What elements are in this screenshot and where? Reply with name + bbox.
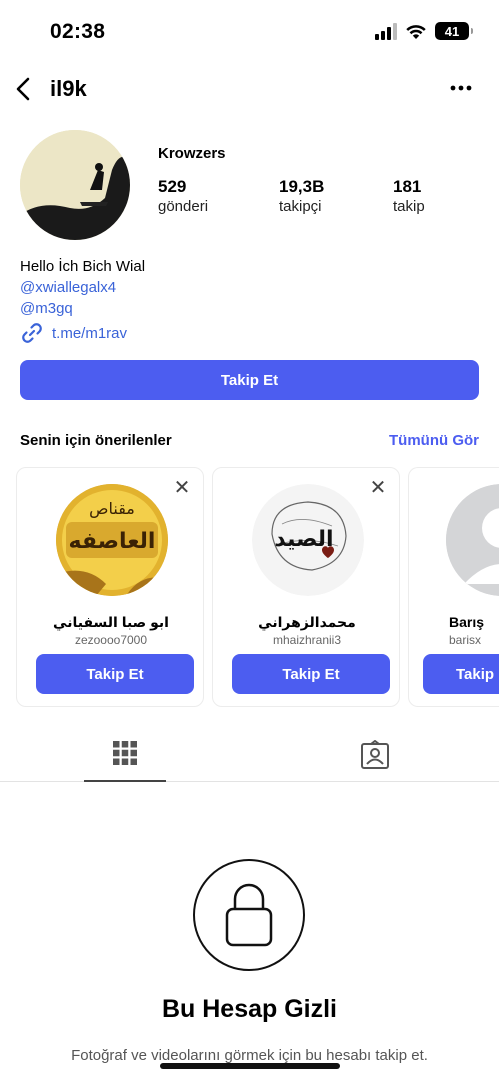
wifi-icon [406,24,426,39]
tab-tagged[interactable] [334,730,416,782]
bio-text: Hello İch Bich Wial [20,258,146,275]
status-icons: 41 [375,22,473,40]
external-link[interactable]: t.me/m1rav [20,321,127,345]
suggestion-avatar[interactable]: الصيد [252,484,364,596]
avatar-text-main: العاصفه [69,529,156,554]
private-title: Bu Hesap Gizli [161,995,338,1023]
following-label: takip [393,198,425,215]
close-icon[interactable]: ✕ [369,477,387,499]
mention-link-2[interactable]: @m3gq [20,298,145,319]
suggestion-handle: barisx [449,633,482,647]
stat-posts[interactable]: 529 gönderi [158,177,208,215]
followers-count: 19,3B [279,177,325,196]
bio: Hello İch Bich Wial @xwiallegalx4 @m3gq [20,256,145,319]
suggestion-handle: mhaizhranii3 [272,633,342,647]
followers-label: takipçi [279,198,322,215]
suggestion-follow-button[interactable]: Takip Et [423,654,499,694]
profile-header: il9k [0,68,499,112]
stat-followers[interactable]: 19,3B takipçi [279,177,324,215]
lock-icon [225,883,273,947]
suggestion-follow-button[interactable]: Takip Et [232,654,390,694]
stat-following[interactable]: 181 takip [393,177,425,215]
follow-button[interactable]: Takip Et [20,360,479,400]
link-icon [22,323,42,343]
tagged-person-icon [361,740,389,769]
profile-avatar[interactable] [20,130,130,240]
page-title: il9k [50,76,87,101]
link-text: t.me/m1rav [52,324,128,342]
profile-tabs [0,730,499,782]
suggestion-avatar[interactable]: مقناص العاصفه [56,484,168,596]
suggestion-card[interactable]: ✕ مقناص العاصفه ابو صبا السفياني zezoooo… [16,467,204,707]
mention-link-1[interactable]: @xwiallegalx4 [20,277,145,298]
avatar-text-top: مقناص [89,499,135,519]
suggestion-name: ابو صبا السفياني [53,614,169,630]
cellular-signal-icon [375,22,397,40]
home-indicator[interactable] [160,1063,340,1069]
posts-label: gönderi [158,198,209,215]
status-time: 02:38 [50,20,106,43]
suggestion-card[interactable]: ✕ الصيد محمدالزهراني mhaizhranii3 Takip … [212,467,400,707]
close-icon[interactable]: ✕ [173,477,191,499]
private-lock-badge [193,859,305,971]
back-arrow-icon[interactable] [8,74,38,104]
suggestions-title: Senin için önerilenler [20,432,172,449]
default-avatar-icon[interactable] [446,484,499,596]
battery-icon: 41 [435,22,473,40]
suggestion-name: Barış [449,614,485,630]
following-count: 181 [393,177,422,196]
display-name: Krowzers [158,145,226,162]
status-bar: 02:38 41 [0,0,499,64]
grid-icon [113,741,137,765]
suggestion-name: محمدالزهراني [258,614,356,630]
see-all-link[interactable]: Tümünü Gör [389,432,479,449]
suggestion-card[interactable]: Barış barisx Takip Et [408,467,499,707]
suggestion-handle: zezoooo7000 [74,633,148,647]
more-options-icon[interactable] [447,76,475,100]
posts-count: 529 [158,177,187,196]
tab-posts-grid[interactable] [84,730,166,782]
suggestion-follow-button[interactable]: Takip Et [36,654,194,694]
